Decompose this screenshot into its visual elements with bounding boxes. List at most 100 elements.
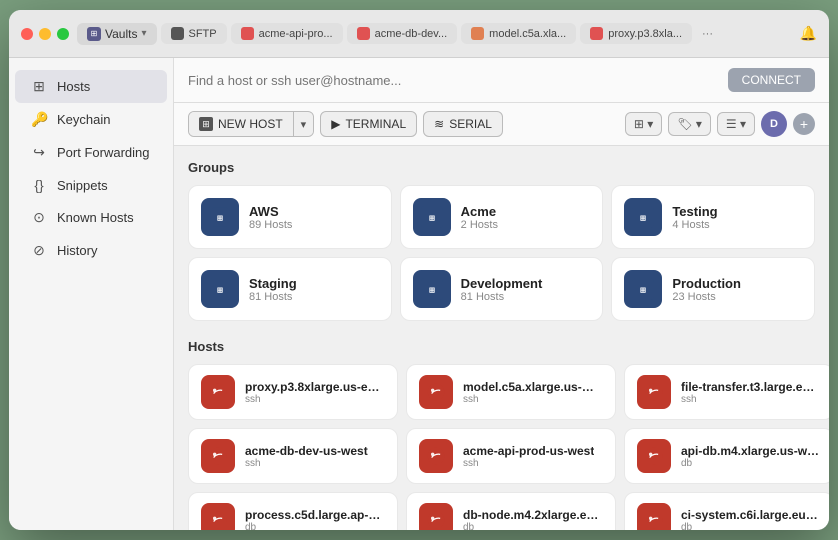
- host-name-model-c5a: model.c5a.xlarge.us-west-2: [463, 380, 603, 394]
- host-info-ci-system-c6i: ci-system.c6i.large.eu-no... db: [681, 508, 821, 531]
- tab-sftp-label: SFTP: [189, 28, 217, 40]
- groups-section-label: Groups: [188, 160, 815, 175]
- host-name-process-c5d: process.c5d.large.ap-sout...: [245, 508, 385, 522]
- host-type-file-transfer: ssh: [681, 394, 821, 405]
- group-info-aws: AWS 89 Hosts: [249, 204, 292, 231]
- terminal-icon: ▶: [331, 117, 340, 131]
- tab-vaults[interactable]: ⊞ Vaults ▾: [77, 23, 157, 45]
- new-host-main[interactable]: ⊞ NEW HOST: [189, 112, 294, 136]
- sidebar-hosts-label: Hosts: [57, 79, 90, 94]
- group-card-production[interactable]: ⊞ Production 23 Hosts: [611, 257, 815, 321]
- group-count-staging: 81 Hosts: [249, 291, 297, 303]
- group-card-acme[interactable]: ⊞ Acme 2 Hosts: [400, 185, 604, 249]
- sidebar-item-hosts[interactable]: ⊞ Hosts: [15, 70, 167, 103]
- group-name-acme: Acme: [461, 204, 498, 219]
- sidebar-item-port-forwarding[interactable]: ↪ Port Forwarding: [15, 136, 167, 169]
- host-icon-acme-db-dev: [201, 439, 235, 473]
- host-info-process-c5d: process.c5d.large.ap-sout... db: [245, 508, 385, 531]
- svg-text:⊞: ⊞: [217, 286, 223, 295]
- group-icon-development: ⊞: [413, 270, 451, 308]
- connect-button[interactable]: CONNECT: [728, 68, 815, 92]
- host-info-model-c5a: model.c5a.xlarge.us-west-2 ssh: [463, 380, 603, 405]
- host-card-acme-db-dev[interactable]: acme-db-dev-us-west ssh: [188, 428, 398, 484]
- sidebar-item-history[interactable]: ⊘ History: [15, 234, 167, 267]
- host-name-api-db-m4: api-db.m4.xlarge.us-west-1: [681, 444, 821, 458]
- group-icon-acme: ⊞: [413, 198, 451, 236]
- sidebar-item-snippets[interactable]: {} Snippets: [15, 169, 167, 201]
- sidebar-portfwd-label: Port Forwarding: [57, 145, 149, 160]
- host-card-model-c5a[interactable]: model.c5a.xlarge.us-west-2 ssh: [406, 364, 616, 420]
- main-window: ⊞ Vaults ▾ SFTP acme-api-pro... acme-db-…: [9, 10, 829, 530]
- scroll-area[interactable]: Groups ⊞ AWS 89 Hosts: [174, 146, 829, 530]
- host-name-proxy-p38: proxy.p3.8xlarge.us-east-1: [245, 380, 385, 394]
- sidebar-known-hosts-label: Known Hosts: [57, 210, 134, 225]
- svg-text:⊞: ⊞: [640, 214, 646, 223]
- host-type-process-c5d: db: [245, 522, 385, 531]
- host-card-proxy-p38[interactable]: proxy.p3.8xlarge.us-east-1 ssh: [188, 364, 398, 420]
- group-card-development[interactable]: ⊞ Development 81 Hosts: [400, 257, 604, 321]
- host-type-ci-system-c6i: db: [681, 522, 821, 531]
- add-button[interactable]: +: [793, 113, 815, 135]
- host-card-acme-api-prod[interactable]: acme-api-prod-us-west ssh: [406, 428, 616, 484]
- group-card-aws[interactable]: ⊞ AWS 89 Hosts: [188, 185, 392, 249]
- new-host-button-group[interactable]: ⊞ NEW HOST ▾: [188, 111, 314, 137]
- host-card-api-db-m4[interactable]: api-db.m4.xlarge.us-west-1 db: [624, 428, 829, 484]
- group-name-development: Development: [461, 276, 543, 291]
- group-info-testing: Testing 4 Hosts: [672, 204, 717, 231]
- vaults-icon: ⊞: [87, 27, 101, 41]
- toolbar: ⊞ NEW HOST ▾ ▶ TERMINAL ≋ SERIAL ⊞ ▾: [174, 103, 829, 146]
- group-card-staging[interactable]: ⊞ Staging 81 Hosts: [188, 257, 392, 321]
- search-input[interactable]: [188, 73, 720, 88]
- new-host-dropdown-arrow[interactable]: ▾: [294, 113, 314, 136]
- group-count-aws: 89 Hosts: [249, 219, 292, 231]
- tab-acme-api-pro[interactable]: acme-api-pro...: [231, 23, 343, 44]
- terminal-label: TERMINAL: [345, 117, 406, 131]
- host-card-process-c5d[interactable]: process.c5d.large.ap-sout... db: [188, 492, 398, 530]
- tab-acme-db-dev[interactable]: acme-db-dev...: [347, 23, 458, 44]
- view-toggle-button[interactable]: ⊞ ▾: [625, 112, 662, 136]
- close-button[interactable]: [21, 28, 33, 40]
- group-card-testing[interactable]: ⊞ Testing 4 Hosts: [611, 185, 815, 249]
- sidebar-item-known-hosts[interactable]: ⊙ Known Hosts: [15, 201, 167, 234]
- history-icon: ⊘: [31, 242, 47, 259]
- notifications-icon[interactable]: 🔔: [800, 25, 817, 42]
- avatar[interactable]: D: [761, 111, 787, 137]
- minimize-button[interactable]: [39, 28, 51, 40]
- host-icon-acme-api-prod: [419, 439, 453, 473]
- serial-button[interactable]: ≋ SERIAL: [423, 111, 503, 137]
- tab-sftp[interactable]: SFTP: [161, 23, 227, 44]
- sidebar-history-label: History: [57, 243, 97, 258]
- host-card-ci-system-c6i[interactable]: ci-system.c6i.large.eu-no... db: [624, 492, 829, 530]
- serial-label: SERIAL: [449, 117, 492, 131]
- host-icon-db-node-m42: [419, 503, 453, 530]
- groups-grid: ⊞ AWS 89 Hosts ⊞: [188, 185, 815, 321]
- more-tabs-button[interactable]: ···: [696, 24, 719, 44]
- tab-proxy-label: proxy.p3.8xla...: [608, 28, 682, 40]
- sidebar-item-keychain[interactable]: 🔑 Keychain: [15, 103, 167, 136]
- host-name-ci-system-c6i: ci-system.c6i.large.eu-no...: [681, 508, 821, 522]
- host-info-db-node-m42: db-node.m4.2xlarge.eu-n... db: [463, 508, 603, 531]
- port-forwarding-icon: ↪: [31, 144, 47, 161]
- host-card-db-node-m42[interactable]: db-node.m4.2xlarge.eu-n... db: [406, 492, 616, 530]
- proxy-icon: [590, 27, 603, 40]
- tab-acme-db-label: acme-db-dev...: [375, 28, 448, 40]
- host-card-file-transfer[interactable]: file-transfer.t3.large.eu-w... ssh: [624, 364, 829, 420]
- terminal-button[interactable]: ▶ TERMINAL: [320, 111, 417, 137]
- toolbar-right: ⊞ ▾ 🏷 ▾ ☰ ▾ D +: [625, 111, 815, 137]
- tab-proxy-p38[interactable]: proxy.p3.8xla...: [580, 23, 692, 44]
- group-icon-production: ⊞: [624, 270, 662, 308]
- chevron-down-icon: ▾: [141, 28, 146, 39]
- host-info-file-transfer: file-transfer.t3.large.eu-w... ssh: [681, 380, 821, 405]
- tab-model-c5a[interactable]: model.c5a.xla...: [461, 23, 576, 44]
- group-name-staging: Staging: [249, 276, 297, 291]
- sftp-icon: [171, 27, 184, 40]
- group-icon-staging: ⊞: [201, 270, 239, 308]
- maximize-button[interactable]: [57, 28, 69, 40]
- tag-filter-button[interactable]: 🏷 ▾: [668, 112, 711, 136]
- group-info-acme: Acme 2 Hosts: [461, 204, 498, 231]
- column-toggle-button[interactable]: ☰ ▾: [717, 112, 755, 136]
- host-type-db-node-m42: db: [463, 522, 603, 531]
- group-name-production: Production: [672, 276, 741, 291]
- tab-bar: ⊞ Vaults ▾ SFTP acme-api-pro... acme-db-…: [77, 23, 792, 45]
- model-icon: [471, 27, 484, 40]
